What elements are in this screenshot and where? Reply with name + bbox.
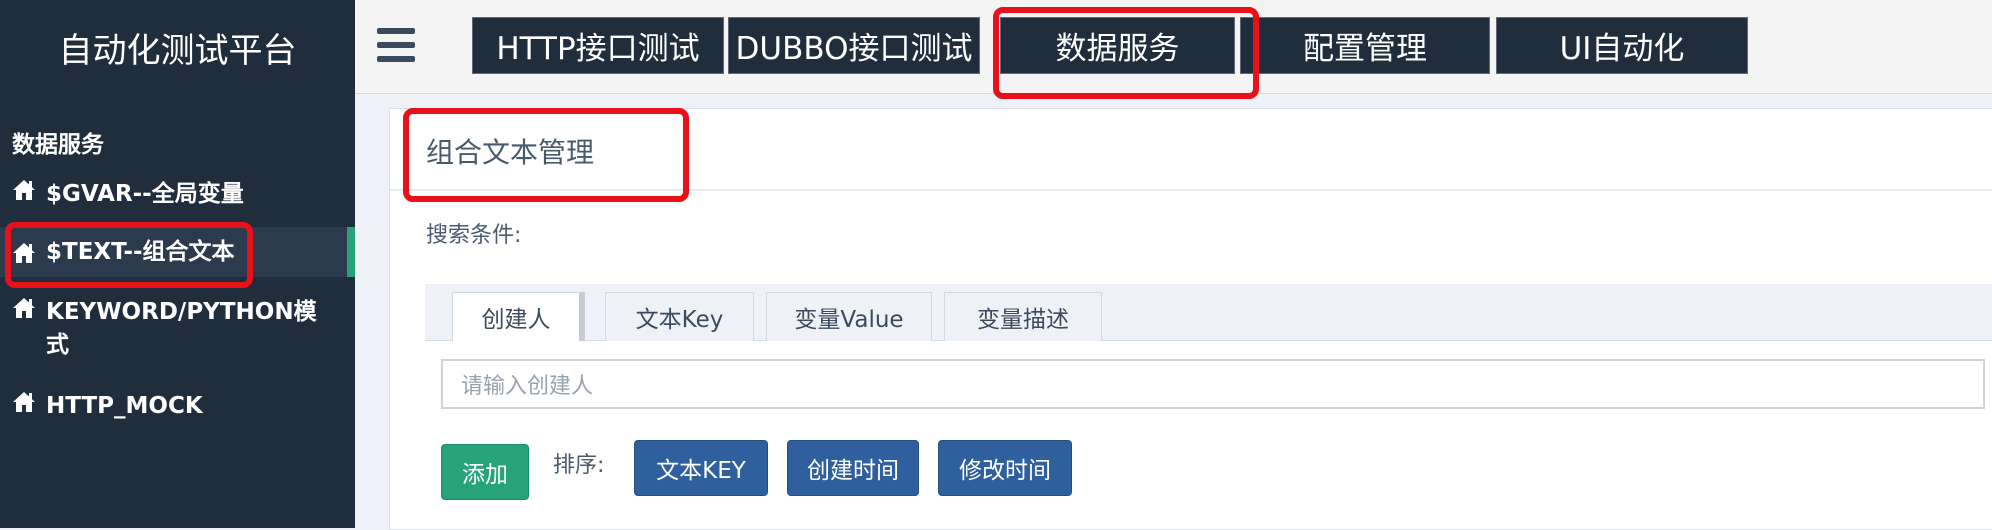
- sidebar-item-label: $GVAR--全局变量: [46, 181, 244, 207]
- sort-label: 排序:: [553, 453, 605, 478]
- hamburger-menu-icon[interactable]: [377, 28, 415, 62]
- sort-by-modified-time-button[interactable]: 修改时间: [938, 440, 1072, 496]
- tab-config-management[interactable]: 配置管理: [1240, 17, 1490, 74]
- filter-tab-text-key[interactable]: 文本Key: [605, 292, 754, 341]
- app-title: 自动化测试平台: [58, 31, 297, 71]
- filter-tab-strip: 创建人 文本Key 变量Value 变量描述: [425, 284, 1992, 341]
- filter-tab-variable-description[interactable]: 变量描述: [944, 292, 1102, 341]
- sidebar-item-keyword[interactable]: KEYWORD/PYTHON模式: [0, 296, 330, 362]
- sort-by-created-time-button[interactable]: 创建时间: [787, 440, 919, 496]
- sidebar-item-text[interactable]: $TEXT--组合文本: [0, 227, 355, 277]
- sort-by-text-key-button[interactable]: 文本KEY: [634, 440, 768, 496]
- sidebar-item-label: KEYWORD/PYTHON模式: [46, 299, 317, 358]
- home-icon: [12, 179, 46, 201]
- creator-search-input[interactable]: 请输入创建人: [441, 359, 1985, 409]
- filter-tab-variable-value[interactable]: 变量Value: [766, 292, 932, 341]
- main-panel: 组合文本管理 搜索条件: 创建人 文本Key 变量Value 变量描述 请输入创…: [389, 108, 1992, 530]
- sidebar-item-label: $TEXT--组合文本: [46, 238, 235, 265]
- sidebar: 自动化测试平台 数据服务 $GVAR--全局变量 $TEXT--组合文本 KEY…: [0, 0, 355, 528]
- panel-header: 组合文本管理: [390, 109, 1992, 191]
- tab-data-service[interactable]: 数据服务: [1000, 17, 1235, 74]
- home-icon: [12, 391, 46, 413]
- filter-tab-creator[interactable]: 创建人: [452, 292, 585, 341]
- sidebar-item-gvar[interactable]: $GVAR--全局变量: [0, 178, 355, 211]
- sidebar-item-http-mock[interactable]: HTTP_MOCK: [0, 390, 355, 423]
- tab-ui-automation[interactable]: UI自动化: [1496, 17, 1748, 74]
- page-title: 组合文本管理: [426, 136, 595, 169]
- add-button[interactable]: 添加: [441, 444, 529, 500]
- tab-dubbo-test[interactable]: DUBBO接口测试: [728, 17, 980, 74]
- home-icon: [12, 242, 46, 264]
- tab-http-test[interactable]: HTTP接口测试: [472, 17, 724, 74]
- search-conditions-label: 搜索条件:: [426, 223, 522, 248]
- sidebar-item-label: HTTP_MOCK: [46, 393, 203, 419]
- home-icon: [12, 297, 46, 319]
- sidebar-section-title: 数据服务: [12, 132, 104, 158]
